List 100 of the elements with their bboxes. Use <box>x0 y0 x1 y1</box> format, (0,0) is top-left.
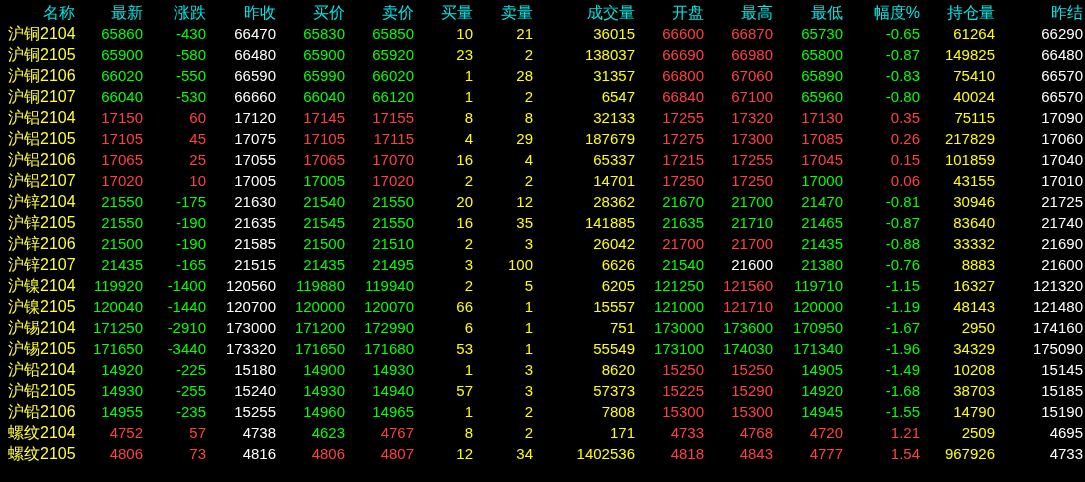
table-cell-text: 1 <box>463 360 473 379</box>
contract-name: 沪锌2107 <box>7 255 75 274</box>
table-cell-text: 6626 <box>600 255 635 274</box>
table-cell-text: 21435 <box>800 234 843 253</box>
table-cell-text: 21700 <box>661 234 704 253</box>
table-cell-text: 171340 <box>791 339 843 358</box>
table-cell-text: 4623 <box>310 423 345 442</box>
table-cell-text: 1402536 <box>575 444 635 463</box>
table-cell-text: -0.80 <box>884 87 920 106</box>
contract-name: 沪铅2106 <box>7 402 75 421</box>
table-cell-text: 217829 <box>943 129 995 148</box>
contract-name: 沪铜2104 <box>7 24 75 43</box>
table-cell-text: 120070 <box>362 297 414 316</box>
table-cell-text: 20 <box>455 192 473 211</box>
table-cell-text: 17065 <box>302 150 345 169</box>
table-cell-text: 17090 <box>1040 108 1083 127</box>
table-cell-text: 16 <box>455 150 473 169</box>
column-header[interactable]: 最高 <box>704 2 773 22</box>
table-cell-text: 17250 <box>661 171 704 190</box>
table-cell-text: 0.06 <box>889 171 920 190</box>
table-cell-text: 21380 <box>800 255 843 274</box>
column-header[interactable]: 昨收 <box>206 2 276 22</box>
table-cell-text: 141885 <box>583 213 635 232</box>
contract-name: 沪镍2105 <box>7 297 75 316</box>
table-cell-text: 3 <box>523 360 533 379</box>
table-cell-text: 66690 <box>661 45 704 64</box>
table-cell-text: 31357 <box>592 66 635 85</box>
table-cell-text: 171 <box>608 423 635 442</box>
column-header[interactable]: 最低 <box>773 2 843 22</box>
table-cell-text: 17250 <box>730 171 773 190</box>
table-cell-text: 66590 <box>233 66 276 85</box>
table-cell-text: -3440 <box>166 339 206 358</box>
table-cell-text: 17045 <box>800 150 843 169</box>
table-cell-text: 67060 <box>730 66 773 85</box>
table-cell-text: -225 <box>174 360 206 379</box>
table-cell-text: 21600 <box>730 255 773 274</box>
table-cell-text: 65800 <box>800 45 843 64</box>
table-cell-text: 21545 <box>302 213 345 232</box>
table-cell-text: 66600 <box>661 24 704 43</box>
column-header[interactable]: 买价 <box>276 2 345 22</box>
column-header[interactable]: 开盘 <box>635 2 704 22</box>
table-cell-text: 2 <box>523 423 533 442</box>
table-cell-text: -1.96 <box>884 339 920 358</box>
table-cell-text: 121000 <box>652 297 704 316</box>
table-cell-text: 21585 <box>233 234 276 253</box>
table-cell-text: 17040 <box>1040 150 1083 169</box>
table-cell-text: 14945 <box>800 402 843 421</box>
table-cell-text: 3 <box>523 234 533 253</box>
table-cell-text: 21700 <box>730 192 773 211</box>
table-cell-text: 14930 <box>100 381 143 400</box>
table-cell-text: 3 <box>523 381 533 400</box>
column-header[interactable]: 买量 <box>414 2 473 22</box>
table-cell-text: 21465 <box>800 213 843 232</box>
table-cell-text: 17155 <box>371 108 414 127</box>
table-cell-text: 75410 <box>952 66 995 85</box>
table-cell-text: 119880 <box>295 276 345 295</box>
table-cell-text: 21435 <box>100 255 143 274</box>
table-cell-text: -0.87 <box>884 45 920 64</box>
table-cell-text: 21500 <box>100 234 143 253</box>
table-cell-text: 4 <box>463 129 473 148</box>
table-cell-text: 66570 <box>1040 87 1083 106</box>
column-header[interactable]: 成交量 <box>533 2 635 22</box>
table-cell-text: 32133 <box>592 108 635 127</box>
table-cell-text: 14905 <box>800 360 843 379</box>
table-cell-text: 34329 <box>952 339 995 358</box>
table-cell-text: 66020 <box>371 66 414 85</box>
contract-name: 沪锌2104 <box>7 192 75 211</box>
table-cell-text: 119940 <box>364 276 414 295</box>
table-cell-text: -0.65 <box>884 24 920 43</box>
table-cell-text: 43155 <box>952 171 995 190</box>
table-cell-text: 66840 <box>661 87 704 106</box>
table-cell-text: 29 <box>515 129 533 148</box>
table-cell-text: 15250 <box>661 360 704 379</box>
column-header[interactable]: 持仓量 <box>920 2 995 22</box>
table-cell-text: 17150 <box>100 108 143 127</box>
column-header[interactable]: 卖价 <box>345 2 414 22</box>
table-cell-text: 175090 <box>1031 339 1083 358</box>
column-header[interactable]: 幅度% <box>843 2 920 22</box>
table-cell-text: -1.15 <box>884 276 920 295</box>
contract-name: 螺纹2104 <box>7 423 75 442</box>
table-cell-text: 66660 <box>233 87 276 106</box>
table-cell-text: 173100 <box>652 339 704 358</box>
column-header[interactable]: 最新 <box>75 2 143 22</box>
contract-name: 沪铜2107 <box>7 87 75 106</box>
table-cell-text: 8 <box>463 108 473 127</box>
table-cell-text: 28 <box>515 66 533 85</box>
table-cell-text: 187679 <box>583 129 635 148</box>
table-cell-text: 7808 <box>600 402 635 421</box>
table-cell-text: 2 <box>523 171 533 190</box>
table-cell-text: 100 <box>506 255 533 274</box>
column-header[interactable]: 名称 <box>0 2 75 22</box>
table-cell-text: 171650 <box>293 339 345 358</box>
table-cell-text: 25 <box>188 150 206 169</box>
table-cell-text: 1 <box>463 402 473 421</box>
column-header[interactable]: 卖量 <box>473 2 533 22</box>
column-header[interactable]: 涨跌 <box>143 2 206 22</box>
table-cell-text: 1 <box>523 318 533 337</box>
table-cell-text: -190 <box>174 213 206 232</box>
column-header[interactable]: 昨结 <box>995 2 1083 22</box>
table-cell-text: 4767 <box>379 423 414 442</box>
